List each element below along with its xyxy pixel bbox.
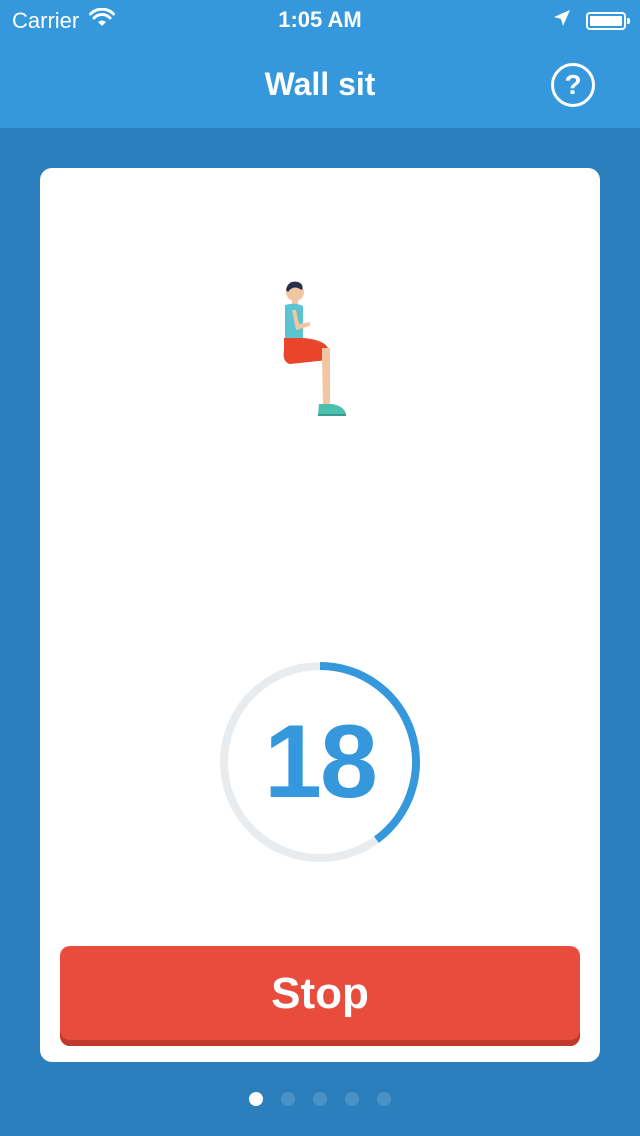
location-arrow-icon xyxy=(552,8,572,33)
page-dot[interactable] xyxy=(249,1092,263,1106)
page-title: Wall sit xyxy=(264,66,376,102)
wall-sit-figure-icon xyxy=(270,278,360,428)
page-dot[interactable] xyxy=(377,1092,391,1106)
status-right xyxy=(552,8,630,33)
exercise-card: 18 Stop xyxy=(40,168,600,1062)
battery-icon xyxy=(586,11,630,30)
status-time: 1:05 AM xyxy=(278,7,362,32)
status-bar: Carrier 1:05 AM xyxy=(0,0,640,40)
countdown-timer: 18 xyxy=(220,662,420,862)
top-bar: Carrier 1:05 AM Wall sit ? xyxy=(0,0,640,128)
page-indicator[interactable] xyxy=(0,1092,640,1106)
page-dot[interactable] xyxy=(281,1092,295,1106)
page-dot[interactable] xyxy=(313,1092,327,1106)
stop-button-label: Stop xyxy=(271,969,369,1018)
question-mark-icon: ? xyxy=(564,69,582,100)
timer-value: 18 xyxy=(264,703,378,820)
stop-button[interactable]: Stop xyxy=(60,946,580,1046)
help-button[interactable]: ? xyxy=(551,63,595,107)
page-dot[interactable] xyxy=(345,1092,359,1106)
